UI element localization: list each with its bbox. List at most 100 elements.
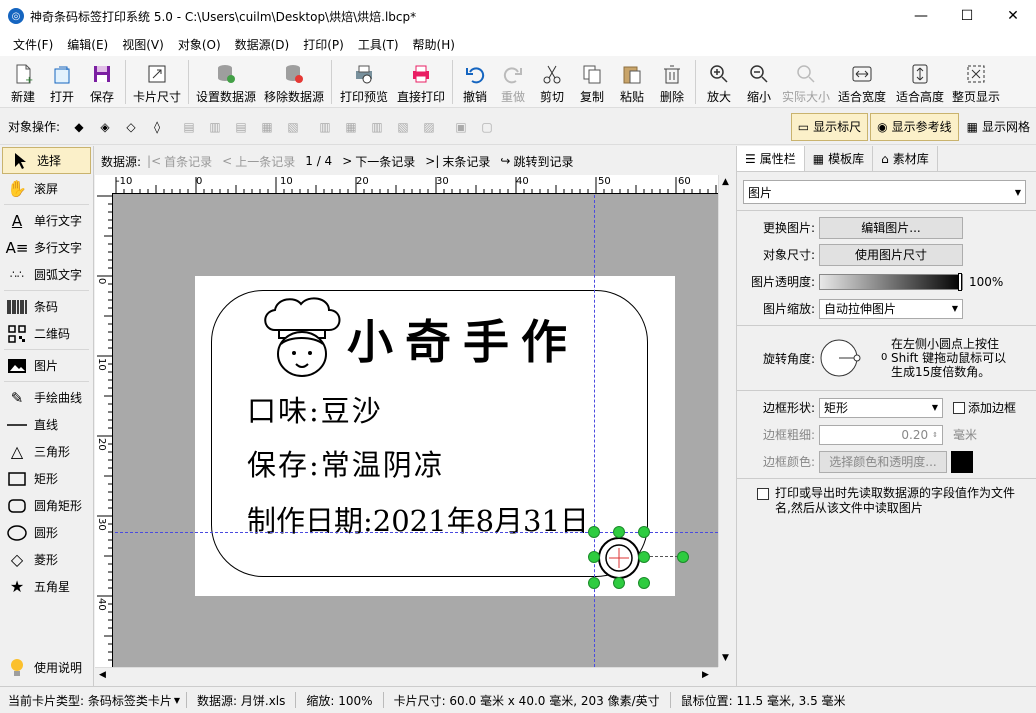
border-shape-select[interactable]: 矩形 ▼	[819, 397, 943, 418]
tool-qrcode[interactable]: 二维码	[0, 320, 93, 347]
rotate-handle[interactable]	[677, 551, 689, 563]
resize-handle-ne[interactable]	[638, 526, 650, 538]
align-middle-icon[interactable]: ▦	[338, 114, 364, 140]
prev-record-button[interactable]: < 上一条记录	[222, 153, 295, 170]
help-guide[interactable]: 使用说明	[0, 654, 82, 681]
align-center-icon[interactable]: ▥	[202, 114, 228, 140]
tool-ellipse[interactable]: 圆形	[0, 519, 93, 546]
resize-handle-sw[interactable]	[588, 577, 600, 589]
image-scale-select[interactable]: 自动拉伸图片 ▼	[819, 298, 963, 319]
tool-freehand[interactable]: ✎ 手绘曲线	[0, 384, 93, 411]
menu-tools[interactable]: 工具(T)	[351, 36, 406, 53]
tool-arc-text[interactable]: ∴∴ 圆弧文字	[0, 261, 93, 288]
edit-image-button[interactable]: 编辑图片...	[819, 216, 963, 239]
copy-button[interactable]: 复制	[572, 56, 612, 108]
tool-star[interactable]: ★ 五角星	[0, 573, 93, 600]
fit-width-button[interactable]: 适合宽度	[833, 56, 891, 108]
align-bottom-icon[interactable]: ▥	[364, 114, 390, 140]
tool-line[interactable]: 直线	[0, 411, 93, 438]
tool-single-text[interactable]: A 单行文字	[0, 207, 93, 234]
fit-height-button[interactable]: 适合高度	[891, 56, 949, 108]
tool-triangle[interactable]: △ 三角形	[0, 438, 93, 465]
resize-handle-s[interactable]	[613, 577, 625, 589]
menu-help[interactable]: 帮助(H)	[406, 36, 462, 53]
menu-file[interactable]: 文件(F)	[6, 36, 60, 53]
border-color-swatch[interactable]	[951, 450, 973, 473]
ungroup-icon[interactable]: ▢	[474, 114, 500, 140]
direct-print-button[interactable]: 直接打印	[393, 56, 449, 108]
spinner-icon[interactable]: ⇕	[932, 431, 938, 439]
tool-multi-text[interactable]: A≡ 多行文字	[0, 234, 93, 261]
send-back-icon[interactable]: ◊	[144, 114, 170, 140]
menu-print[interactable]: 打印(P)	[296, 36, 351, 53]
paste-button[interactable]: 粘贴	[612, 56, 652, 108]
resize-handle-w[interactable]	[588, 551, 600, 563]
scroll-down-icon[interactable]: ▼	[722, 653, 729, 663]
chevron-down-icon[interactable]: ▼	[174, 696, 180, 705]
minimize-button[interactable]: —	[898, 0, 944, 32]
last-record-button[interactable]: >| 末条记录	[425, 153, 490, 170]
tool-image[interactable]: 图片	[0, 352, 93, 379]
tab-templates[interactable]: ▦ 模板库	[805, 146, 874, 171]
jump-record-button[interactable]: ↪ 跳转到记录	[500, 153, 573, 170]
selected-image-object[interactable]	[594, 532, 644, 583]
menu-object[interactable]: 对象(O)	[171, 36, 228, 53]
distribute-v-icon[interactable]: ▧	[390, 114, 416, 140]
full-page-button[interactable]: 整页显示	[949, 56, 1003, 108]
resize-handle-se[interactable]	[638, 577, 650, 589]
menu-datasource[interactable]: 数据源(D)	[228, 36, 297, 53]
align-left-icon[interactable]: ▤	[176, 114, 202, 140]
status-card-type[interactable]: 当前卡片类型: 条码标签类卡片	[8, 692, 172, 709]
resize-handle-n[interactable]	[613, 526, 625, 538]
opacity-slider[interactable]	[819, 272, 963, 291]
send-backward-icon[interactable]: ◇	[118, 114, 144, 140]
set-datasource-button[interactable]: 设置数据源	[192, 56, 260, 108]
new-button[interactable]: + 新建	[4, 56, 42, 108]
label-flavor[interactable]: 口味:豆沙	[247, 388, 383, 430]
close-button[interactable]: ✕	[990, 0, 1036, 32]
space-h-icon[interactable]: ▧	[280, 114, 306, 140]
first-record-button[interactable]: |< 首条记录	[147, 153, 212, 170]
object-type-select[interactable]: 图片 ▼	[743, 180, 1026, 204]
vertical-ruler[interactable]: 0 10 20 30 40	[95, 194, 113, 667]
horizontal-ruler[interactable]: -10 0 10 20 30 40 50 60	[112, 175, 718, 194]
design-canvas[interactable]: 小奇手作 口味:豆沙 保存:常温阴凉 制作日期:2021年8月31日	[95, 175, 718, 667]
resize-handle-nw[interactable]	[588, 526, 600, 538]
maximize-button[interactable]: ☐	[944, 0, 990, 32]
pick-color-button[interactable]: 选择颜色和透明度...	[819, 450, 947, 473]
show-guides-toggle[interactable]: ◉ 显示参考线	[870, 112, 959, 141]
align-right-icon[interactable]: ▤	[228, 114, 254, 140]
distribute-h-icon[interactable]: ▦	[254, 114, 280, 140]
actual-size-button[interactable]: 实际大小	[779, 56, 833, 108]
redo-button[interactable]: 重做	[494, 56, 532, 108]
bring-forward-icon[interactable]: ◈	[92, 114, 118, 140]
save-button[interactable]: 保存	[82, 56, 122, 108]
open-button[interactable]: 打开	[42, 56, 82, 108]
group-icon[interactable]: ▣	[448, 114, 474, 140]
show-ruler-toggle[interactable]: ▭ 显示标尺	[790, 112, 869, 141]
scroll-up-icon[interactable]: ▲	[722, 177, 729, 187]
print-preview-button[interactable]: 打印预览	[335, 56, 393, 108]
read-datasource-checkbox[interactable]	[757, 488, 769, 500]
tool-diamond[interactable]: ◇ 菱形	[0, 546, 93, 573]
tab-assets[interactable]: ⌂ 素材库	[873, 146, 938, 171]
bring-front-icon[interactable]: ◆	[66, 114, 92, 140]
border-width-input[interactable]: 0.20 ⇕	[819, 424, 943, 445]
zoom-in-button[interactable]: 放大	[699, 56, 739, 108]
undo-button[interactable]: 撤销	[456, 56, 494, 108]
use-image-size-button[interactable]: 使用图片尺寸	[819, 243, 963, 266]
tool-select[interactable]: 选择	[2, 147, 91, 174]
delete-button[interactable]: 删除	[652, 56, 692, 108]
space-v-icon[interactable]: ▨	[416, 114, 442, 140]
tool-barcode[interactable]: 条码	[0, 293, 93, 320]
card-size-button[interactable]: 卡片尺寸	[129, 56, 185, 108]
tab-properties[interactable]: ☰ 属性栏	[737, 146, 805, 171]
resize-handle-e[interactable]	[638, 551, 650, 563]
rotation-dial[interactable]	[819, 337, 879, 379]
menu-view[interactable]: 视图(V)	[115, 36, 171, 53]
scroll-left-icon[interactable]: ◀	[99, 670, 106, 680]
label-date[interactable]: 制作日期:2021年8月31日	[247, 498, 589, 540]
next-record-button[interactable]: > 下一条记录	[342, 153, 415, 170]
label-title[interactable]: 小奇手作	[347, 306, 579, 372]
show-grid-toggle[interactable]: ▦ 显示网格	[961, 113, 1036, 141]
